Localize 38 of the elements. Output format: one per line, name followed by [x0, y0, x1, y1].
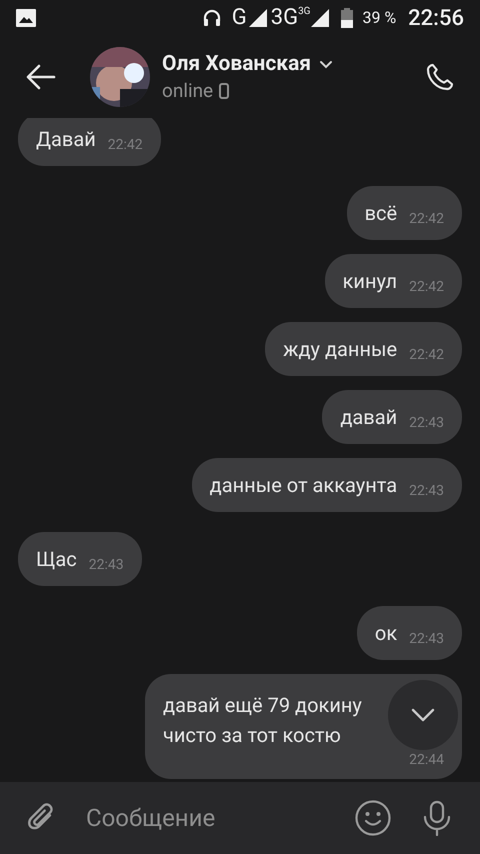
network-type: G	[232, 7, 247, 29]
signal-icon	[310, 9, 328, 27]
message-time: 22:42	[409, 210, 444, 229]
message-time: 22:42	[409, 346, 444, 365]
message-field[interactable]: Сообщение	[86, 800, 344, 836]
presence-status: online	[162, 79, 214, 103]
chevron-down-icon[interactable]	[319, 60, 334, 69]
image-icon	[16, 9, 36, 27]
message-text: кинул	[342, 268, 398, 295]
message-time: 22:43	[409, 482, 444, 501]
network-type: 3G	[270, 7, 298, 29]
message-time: 22:43	[409, 414, 444, 433]
composer-bar[interactable]: Сообщение	[0, 782, 480, 854]
message-text: Давай	[36, 126, 96, 153]
message-time: 22:42	[108, 136, 143, 155]
message-text: давай ещё 79 докину чисто за тот костю	[163, 692, 362, 749]
clock: 22:56	[408, 4, 464, 32]
message-time: 22:43	[409, 630, 444, 649]
contact-name[interactable]: Оля Хованская	[162, 51, 312, 78]
smiley-icon[interactable]	[354, 799, 392, 837]
network-label: 3G	[298, 7, 310, 17]
message-text: ок	[374, 620, 398, 647]
battery-percent: 39 %	[362, 7, 396, 29]
message-text: всё	[364, 200, 398, 227]
message-text: Щас	[36, 546, 77, 573]
message-time: 22:43	[88, 556, 124, 575]
battery-icon	[340, 8, 352, 28]
message-time: 22:42	[409, 278, 444, 297]
phone-icon	[219, 83, 230, 100]
message-text: давай	[340, 404, 398, 431]
chevron-down-icon[interactable]	[411, 708, 435, 722]
signal-icon	[248, 9, 267, 27]
microphone-icon[interactable]	[422, 800, 452, 836]
message-text: жду данные	[283, 336, 398, 363]
back-button[interactable]	[26, 62, 56, 92]
message-text: данные от аккаунта	[210, 472, 398, 499]
headphones-icon	[202, 8, 222, 28]
message-time: 22:44	[409, 751, 444, 770]
